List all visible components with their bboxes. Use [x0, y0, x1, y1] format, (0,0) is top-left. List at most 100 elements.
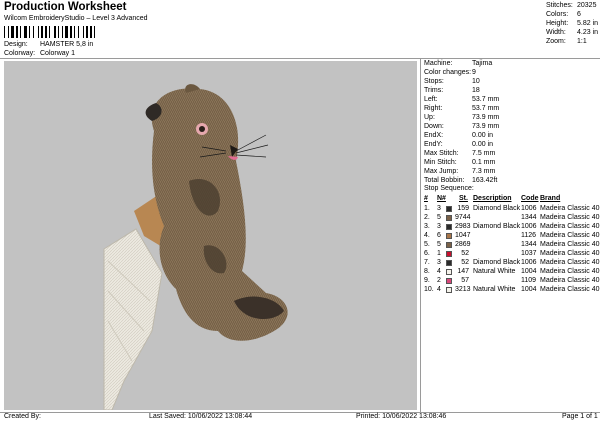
- stop-cell-n: 6: [437, 232, 441, 239]
- machine-value: 7.5 mm: [472, 150, 496, 157]
- stop-cell-st: 1047: [455, 232, 471, 239]
- stop-cell-st: 3213: [455, 286, 471, 293]
- stat-label: Stitches:: [546, 2, 573, 9]
- col-header-num: #: [424, 195, 428, 202]
- stop-row: 6. 1 52 1037 Madeira Classic 40: [423, 250, 600, 259]
- panel-divider: [420, 59, 421, 412]
- stop-cell-n: 2: [437, 277, 441, 284]
- stat-label: Width:: [546, 29, 566, 36]
- design-stats: Stitches: 20325 Colors: 6 Height: 5.82 in W…: [544, 0, 600, 48]
- stat-zoom: Zoom: 1:1: [546, 38, 600, 47]
- stop-cell-brand: Madeira Classic 40: [540, 250, 600, 257]
- color-swatch: [446, 287, 452, 293]
- machine-label: Total Bobbin:: [424, 177, 465, 184]
- color-swatch: [446, 278, 452, 284]
- stop-cell-brand: Madeira Classic 40: [540, 223, 600, 230]
- stop-cell-num: 5.: [424, 241, 430, 248]
- stop-cell-code: 1109: [521, 277, 537, 284]
- stop-cell-code: 1344: [521, 241, 537, 248]
- stop-cell-num: 7.: [424, 259, 430, 266]
- machine-row: Max Jump: 7.3 mm: [424, 168, 596, 177]
- col-header-description: Description: [473, 195, 512, 202]
- machine-value: 73.9 mm: [472, 123, 500, 130]
- machine-row: Min Stitch: 0.1 mm: [424, 159, 596, 168]
- stop-cell-num: 8.: [424, 268, 430, 275]
- color-swatch: [446, 215, 452, 221]
- stop-cell-code: 1006: [521, 259, 537, 266]
- stop-row: 4. 6 1047 1126 Madeira Classic 40: [423, 232, 600, 241]
- machine-value: 0.1 mm: [472, 159, 496, 166]
- machine-label: Color changes:: [424, 69, 472, 76]
- color-swatch: [446, 269, 452, 275]
- stop-cell-code: 1004: [521, 286, 537, 293]
- stat-value: 1:1: [577, 38, 587, 45]
- col-header-st: St.: [459, 195, 468, 202]
- stop-cell-num: 10.: [424, 286, 434, 293]
- stat-height: Height: 5.82 in: [546, 20, 600, 29]
- stop-cell-num: 2.: [424, 214, 430, 221]
- machine-label: Max Jump:: [424, 168, 459, 175]
- stop-cell-brand: Madeira Classic 40: [540, 241, 600, 248]
- col-header-brand: Brand: [540, 195, 561, 202]
- stop-cell-n: 1: [437, 250, 441, 257]
- stop-cell-code: 1006: [521, 205, 537, 212]
- page-title: Production Worksheet: [4, 1, 127, 13]
- color-swatch: [446, 260, 452, 266]
- colorway-value: Colorway 1: [40, 50, 76, 57]
- design-info: Design: HAMSTER 5,8 in Colorway: Colorwa…: [4, 41, 204, 59]
- stat-colors: Colors: 6: [546, 11, 600, 20]
- machine-label: Min Stitch:: [424, 159, 457, 166]
- barcode: [4, 26, 95, 38]
- col-header-n: N#: [437, 195, 446, 202]
- stop-cell-n: 5: [437, 241, 441, 248]
- stop-cell-desc: Natural White: [473, 268, 516, 275]
- stop-cell-code: 1006: [521, 223, 537, 230]
- stop-sequence-heading: Stop Sequence:: [424, 185, 474, 192]
- stop-cell-brand: Madeira Classic 40: [540, 214, 600, 221]
- stop-cell-desc: Natural White: [473, 286, 516, 293]
- stop-cell-desc: Diamond Black: [473, 223, 521, 230]
- stop-cell-desc: Diamond Black: [473, 259, 521, 266]
- machine-value: 53.7 mm: [472, 96, 500, 103]
- machine-value: 9: [472, 69, 476, 76]
- machine-row: Up: 73.9 mm: [424, 114, 596, 123]
- stat-value: 4.23 in: [577, 29, 599, 36]
- machine-value: 0.00 in: [472, 132, 494, 139]
- stop-cell-brand: Madeira Classic 40: [540, 205, 600, 212]
- machine-value: 18: [472, 87, 480, 94]
- stop-cell-n: 3: [437, 205, 441, 212]
- machine-label: Down:: [424, 123, 444, 130]
- machine-row: Machine: Tajima: [424, 60, 596, 69]
- stat-value: 6: [577, 11, 581, 18]
- colorway-label: Colorway:: [4, 50, 36, 57]
- stop-row: 7. 3 52 Diamond Black 1006 Madeira Classic 40: [423, 259, 600, 268]
- stop-cell-num: 1.: [424, 205, 430, 212]
- machine-label: Stops:: [424, 78, 444, 85]
- machine-row: Down: 73.9 mm: [424, 123, 596, 132]
- stop-cell-st: 2983: [455, 223, 471, 230]
- color-swatch: [446, 206, 452, 212]
- stop-row: 3. 3 2983 Diamond Black 1006 Madeira Classic …: [423, 223, 600, 232]
- machine-row: Stops: 10: [424, 78, 596, 87]
- color-swatch: [446, 224, 452, 230]
- printed-date: Printed: 10/06/2022 13:08:46: [356, 413, 447, 420]
- stop-cell-st: 159: [457, 205, 469, 212]
- machine-label: Trims:: [424, 87, 444, 94]
- stop-row: 5. 5 2869 1344 Madeira Classic 40: [423, 241, 600, 250]
- machine-info: Machine: Tajima Color changes: 9 Stops: 10 Tri…: [424, 60, 596, 186]
- stop-cell-code: 1126: [521, 232, 537, 239]
- hamster-embroidery-image: [103, 84, 288, 411]
- design-value: HAMSTER 5,8 in: [40, 41, 94, 48]
- stat-value: 20325: [577, 2, 597, 9]
- machine-label: Left:: [424, 96, 438, 103]
- machine-value: Tajima: [472, 60, 493, 67]
- machine-value: 73.9 mm: [472, 114, 500, 121]
- col-header-code: Code: [521, 195, 539, 202]
- stop-cell-brand: Madeira Classic 40: [540, 259, 600, 266]
- stop-cell-code: 1004: [521, 268, 537, 275]
- machine-label: Max Stitch:: [424, 150, 459, 157]
- stop-cell-num: 4.: [424, 232, 430, 239]
- machine-row: EndY: 0.00 in: [424, 141, 596, 150]
- machine-label: EndX:: [424, 132, 444, 139]
- stop-cell-n: 4: [437, 286, 441, 293]
